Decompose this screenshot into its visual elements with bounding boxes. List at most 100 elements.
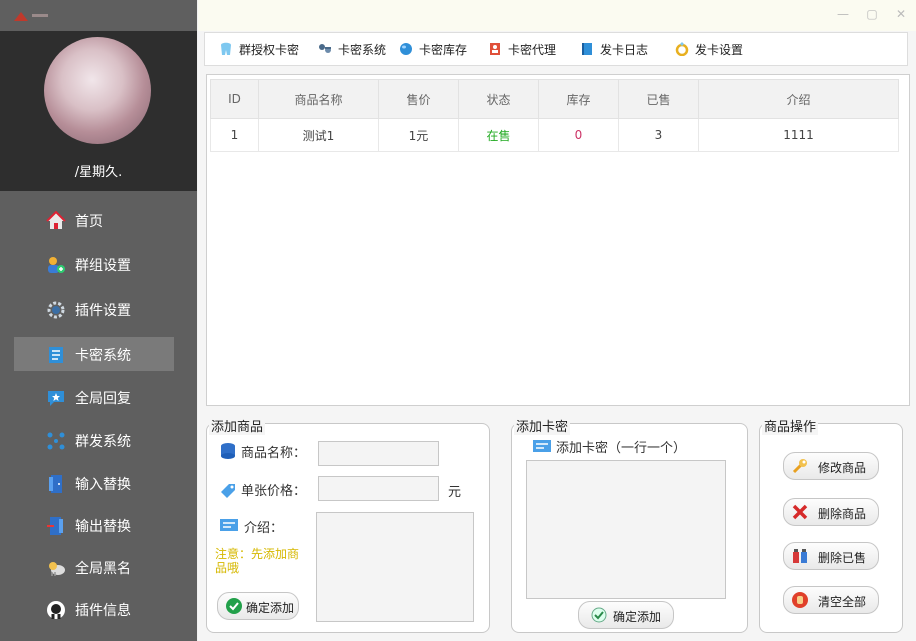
sidebar-item-group-settings[interactable]: 群组设置	[14, 247, 174, 281]
cell-status: 在售	[458, 118, 539, 152]
gear-icon	[46, 300, 66, 320]
card-icon	[532, 438, 552, 458]
sidebar-item-label: 输入替换	[75, 477, 131, 493]
sidebar-item-label: 全局黑名	[75, 561, 131, 577]
cell-id: 1	[210, 118, 259, 152]
maximize-icon[interactable]: ▢	[865, 7, 879, 21]
column-header-intro[interactable]: 介绍	[698, 79, 899, 119]
tooth-icon	[219, 42, 233, 56]
check-shield-icon	[591, 607, 607, 623]
keys-icon	[318, 42, 332, 56]
card-list-textarea[interactable]	[526, 460, 726, 599]
sidebar-item-label: 卡密系统	[75, 348, 131, 364]
tab-card-system[interactable]: 卡密系统	[318, 41, 386, 59]
add-card-group: 添加卡密 添加卡密（一行一个） 确定添加	[511, 416, 748, 633]
add-card-title: 添加卡密	[514, 416, 571, 435]
document-icon	[46, 345, 66, 365]
avatar[interactable]	[44, 37, 151, 144]
sidebar-item-label: 插件信息	[75, 603, 131, 619]
intro-textarea[interactable]	[316, 512, 474, 622]
add-product-group: 添加商品 商品名称： 单张价格： 元 介绍： 注意：先添加商品哦 确定添加	[206, 416, 490, 633]
product-table: ID 商品名称 售价 状态 库存 已售 介绍 1 测试1 1元 在售 0 3 1…	[210, 79, 899, 152]
sidebar-item-label: 群组设置	[75, 258, 131, 274]
tag-icon	[219, 480, 237, 502]
username: /星期久.	[74, 165, 123, 180]
tab-card-settings[interactable]: 发卡设置	[675, 41, 743, 59]
cloud-icon	[46, 558, 66, 578]
column-header-price[interactable]: 售价	[378, 79, 459, 119]
confirm-add-card-button[interactable]: 确定添加	[578, 601, 674, 629]
door-out-icon	[46, 516, 66, 536]
share-dots-icon	[46, 431, 66, 451]
sidebar: /星期久. 首页 群组设置 插件设置 卡密系统 全局回复 群发系统 输入替换 输…	[0, 0, 197, 641]
cell-name: 测试1	[258, 118, 379, 152]
add-product-title: 添加商品	[209, 416, 266, 435]
sidebar-item-output-replace[interactable]: 输出替换	[14, 508, 174, 542]
toolbar: 群授权卡密 卡密系统 卡密库存 卡密代理 发卡日志 发卡设置	[204, 32, 908, 66]
unit-price-input[interactable]	[318, 476, 439, 501]
cell-intro: 1111	[698, 118, 899, 152]
sidebar-item-card-system[interactable]: 卡密系统	[14, 337, 174, 371]
sidebar-item-input-replace[interactable]: 输入替换	[14, 466, 174, 500]
sidebar-item-global-reply[interactable]: 全局回复	[14, 380, 174, 414]
red-x-icon	[792, 504, 808, 520]
add-product-note: 注意：先添加商品哦	[215, 547, 300, 575]
ring-icon	[675, 42, 689, 57]
confirm-add-product-button[interactable]: 确定添加	[217, 592, 299, 620]
home-icon	[46, 210, 66, 231]
column-header-id[interactable]: ID	[210, 79, 259, 119]
globe-icon	[399, 42, 413, 56]
tab-card-log[interactable]: 发卡日志	[580, 41, 648, 59]
sidebar-item-label: 插件设置	[75, 303, 131, 319]
profile-panel: /星期久.	[0, 31, 197, 191]
column-header-name[interactable]: 商品名称	[258, 79, 379, 119]
intro-label: 介绍：	[244, 521, 284, 536]
cell-sold: 3	[618, 118, 699, 152]
currency-unit: 元	[448, 485, 462, 500]
agent-icon	[488, 42, 502, 56]
sidebar-item-broadcast[interactable]: 群发系统	[14, 423, 174, 457]
delete-sold-button[interactable]: 删除已售	[783, 542, 879, 570]
close-icon[interactable]: ✕	[894, 7, 908, 21]
sidebar-item-label: 首页	[75, 214, 103, 230]
product-table-panel: ID 商品名称 售价 状态 库存 已售 介绍 1 测试1 1元 在售 0 3 1…	[206, 74, 910, 406]
app-logo	[12, 9, 52, 23]
github-icon	[46, 600, 66, 620]
wrench-icon	[792, 458, 808, 474]
product-name-label: 商品名称：	[241, 446, 307, 461]
main-panel: — ▢ ✕ 群授权卡密 卡密系统 卡密库存 卡密代理 发卡日志 发卡设置 ID	[198, 0, 916, 641]
sidebar-item-plugin-settings[interactable]: 插件设置	[14, 292, 174, 326]
tab-card-agent[interactable]: 卡密代理	[488, 41, 556, 59]
product-ops-group: 商品操作 修改商品 删除商品 删除已售 清空全部	[759, 416, 903, 633]
unit-price-label: 单张价格：	[241, 484, 307, 499]
check-circle-icon	[226, 598, 242, 614]
bottles-icon	[792, 548, 808, 564]
product-ops-title: 商品操作	[762, 416, 819, 435]
column-header-sold[interactable]: 已售	[618, 79, 699, 119]
cell-stock: 0	[538, 118, 619, 152]
tab-card-stock[interactable]: 卡密库存	[399, 41, 467, 59]
minimize-icon[interactable]: —	[836, 7, 850, 21]
delete-product-button[interactable]: 删除商品	[783, 498, 879, 526]
chat-star-icon	[46, 388, 66, 408]
sidebar-item-global-blacklist[interactable]: 全局黑名	[14, 550, 174, 584]
stop-hand-icon	[792, 592, 808, 608]
table-row[interactable]: 1 测试1 1元 在售 0 3 1111	[210, 118, 899, 152]
database-icon	[219, 442, 237, 464]
sidebar-item-label: 输出替换	[75, 519, 131, 535]
sidebar-item-plugin-info[interactable]: 插件信息	[14, 592, 174, 626]
column-header-status[interactable]: 状态	[458, 79, 539, 119]
sidebar-item-home[interactable]: 首页	[14, 203, 174, 237]
sidebar-item-label: 群发系统	[75, 434, 131, 450]
note-card-icon	[219, 517, 239, 537]
tab-group-auth-card[interactable]: 群授权卡密	[219, 41, 299, 59]
cell-price: 1元	[378, 118, 459, 152]
clear-all-button[interactable]: 清空全部	[783, 586, 879, 614]
book-icon	[580, 42, 594, 56]
table-header-row: ID 商品名称 售价 状态 库存 已售 介绍	[210, 79, 899, 119]
column-header-stock[interactable]: 库存	[538, 79, 619, 119]
sidebar-item-label: 全局回复	[75, 391, 131, 407]
add-card-label: 添加卡密（一行一个）	[556, 441, 687, 456]
product-name-input[interactable]	[318, 441, 439, 466]
modify-product-button[interactable]: 修改商品	[783, 452, 879, 480]
